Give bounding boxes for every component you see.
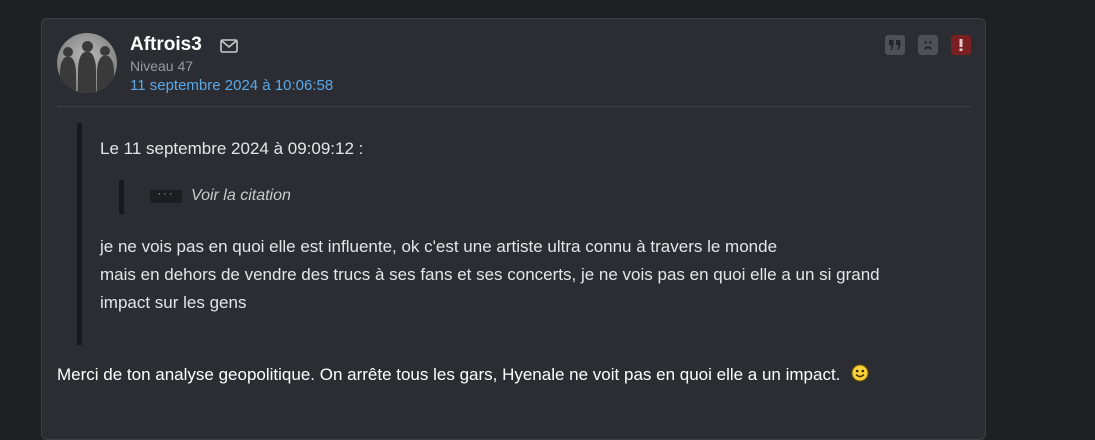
quote-body: je ne vois pas en quoi elle est influent… bbox=[100, 233, 970, 317]
header-divider bbox=[57, 106, 971, 107]
user-level: Niveau 47 bbox=[130, 58, 194, 74]
sad-reaction-button[interactable] bbox=[918, 35, 938, 55]
alert-icon bbox=[959, 39, 963, 51]
post-actions bbox=[885, 35, 971, 55]
post-message: Merci de ton analyse geopolitique. On ar… bbox=[57, 364, 869, 385]
quote-header: Le 11 septembre 2024 à 09:09:12 : bbox=[100, 139, 364, 158]
quote-line: impact sur les gens bbox=[100, 293, 247, 312]
blockquote: Le 11 septembre 2024 à 09:09:12 : ··· Vo… bbox=[77, 123, 962, 345]
quote-line: mais en dehors de vendre des trucs à ses… bbox=[100, 265, 880, 284]
username-link[interactable]: Aftrois3 bbox=[130, 34, 202, 56]
smiley-icon bbox=[851, 364, 869, 382]
nested-quote: ··· Voir la citation bbox=[119, 180, 291, 214]
envelope-icon[interactable] bbox=[220, 39, 238, 53]
sad-face-icon bbox=[923, 41, 933, 50]
expand-quote-button[interactable]: ··· bbox=[150, 189, 182, 203]
message-text: Merci de ton analyse geopolitique. On ar… bbox=[57, 365, 841, 384]
see-quote-link[interactable]: Voir la citation bbox=[191, 187, 291, 205]
report-button[interactable] bbox=[951, 35, 971, 55]
forum-post: Aftrois3 Niveau 47 11 septembre 2024 à 1… bbox=[41, 18, 986, 440]
avatar[interactable] bbox=[57, 33, 117, 93]
quote-line: je ne vois pas en quoi elle est influent… bbox=[100, 237, 778, 256]
post-date-link[interactable]: 11 septembre 2024 à 10:06:58 bbox=[130, 77, 333, 94]
quote-icon bbox=[889, 40, 901, 50]
quote-button[interactable] bbox=[885, 35, 905, 55]
